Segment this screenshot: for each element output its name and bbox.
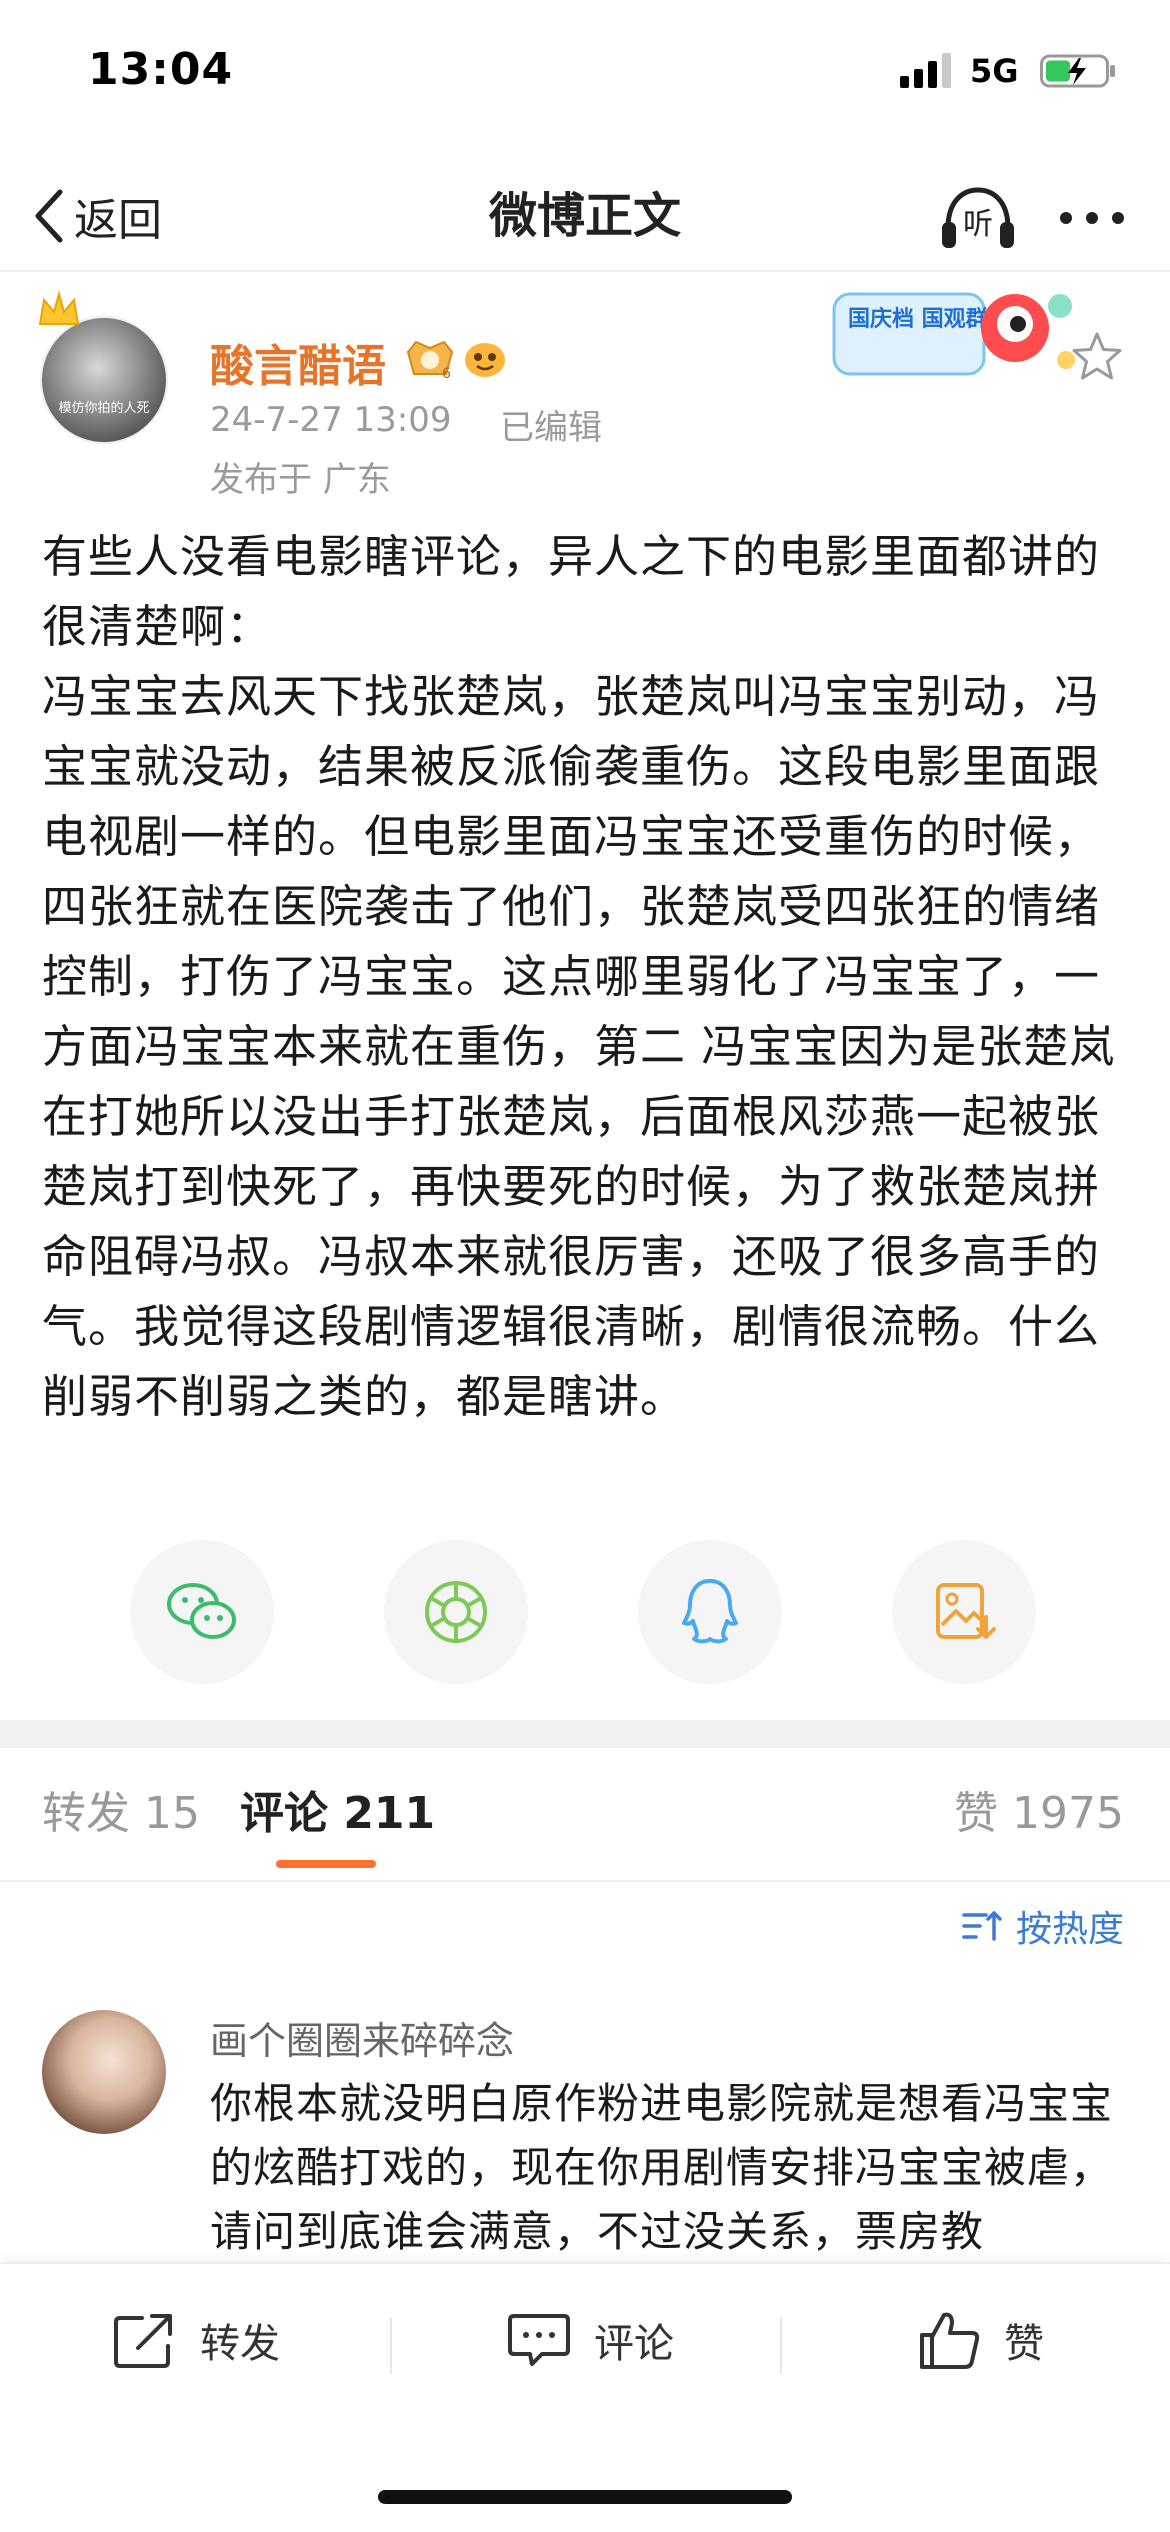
repost-button[interactable]: 转发	[112, 2300, 280, 2380]
back-button[interactable]: 返回	[34, 180, 162, 252]
share-wechat-button[interactable]	[130, 1540, 274, 1684]
status-time: 13:04	[88, 44, 234, 95]
tab-repost[interactable]: 转发 15	[42, 1782, 200, 1846]
edited-label[interactable]: 已编辑	[500, 400, 602, 449]
comment-label: 评论	[594, 2321, 674, 2367]
sort-icon	[962, 1911, 1002, 1941]
save-image-button[interactable]	[892, 1540, 1036, 1684]
commenter-avatar[interactable]	[42, 2010, 166, 2134]
back-label: 返回	[74, 195, 162, 246]
thumbs-up-icon	[920, 2312, 980, 2369]
author-avatar[interactable]: 模仿你拍的人死	[40, 316, 168, 444]
level-badge-icon: 6	[406, 340, 454, 382]
avatar-caption: 模仿你拍的人死	[58, 401, 150, 416]
promo-banner[interactable]: 国庆档 国观群众	[830, 280, 1080, 390]
battery-icon	[1040, 54, 1115, 88]
like-label: 赞	[1004, 2321, 1044, 2367]
comment-text: 你根本就没明白原作粉进电影院就是想看冯宝宝的炫酷打戏的，现在你用剧情安排冯宝宝被…	[210, 2079, 1114, 2256]
author-name[interactable]: 酸言醋语	[210, 330, 386, 394]
network-label: 5G	[970, 52, 1019, 90]
sort-label: 按热度	[1015, 1909, 1124, 1950]
moments-icon	[425, 1581, 487, 1643]
chevron-left-icon	[35, 189, 63, 243]
like-button[interactable]: 赞	[916, 2300, 1044, 2380]
comment-button[interactable]: 评论	[506, 2300, 674, 2380]
repost-label: 转发	[200, 2321, 280, 2367]
tab-comment[interactable]: 评论 211	[240, 1782, 435, 1846]
qq-icon	[682, 1579, 738, 1644]
sort-button[interactable]: 按热度	[962, 1900, 1124, 1952]
tabs-divider	[0, 1880, 1170, 1882]
post-body: 有些人没看电影瞎评论，异人之下的电影里面都讲的很清楚啊： 冯宝宝去风天下找张楚岚…	[42, 530, 1116, 1423]
share-qq-button[interactable]	[638, 1540, 782, 1684]
bottom-separator	[390, 2318, 392, 2374]
home-indicator	[378, 2490, 792, 2504]
svg-text:6: 6	[442, 366, 451, 382]
fan-badge-icon	[465, 343, 505, 377]
signal-icon	[900, 53, 951, 88]
comment-icon	[508, 2314, 570, 2366]
crown-icon	[38, 290, 80, 325]
post-time: 24-7-27 13:09	[210, 400, 452, 440]
active-tab-indicator	[276, 1860, 376, 1868]
commenter-name[interactable]: 画个圈圈来碎碎念	[210, 2010, 514, 2065]
share-moments-button[interactable]	[384, 1540, 528, 1684]
section-divider	[0, 1720, 1170, 1748]
repost-icon	[114, 2314, 172, 2368]
wechat-icon	[167, 1583, 236, 1639]
save-image-icon	[936, 1583, 996, 1639]
listen-button[interactable]: 听	[940, 184, 1016, 252]
favorite-star-icon[interactable]	[1070, 330, 1124, 384]
tab-like[interactable]: 赞 1975	[954, 1782, 1124, 1846]
more-options-icon[interactable]	[1056, 196, 1128, 240]
post-location: 发布于 广东	[210, 460, 391, 500]
listen-label: 听	[963, 207, 993, 242]
bottom-separator	[780, 2318, 782, 2374]
